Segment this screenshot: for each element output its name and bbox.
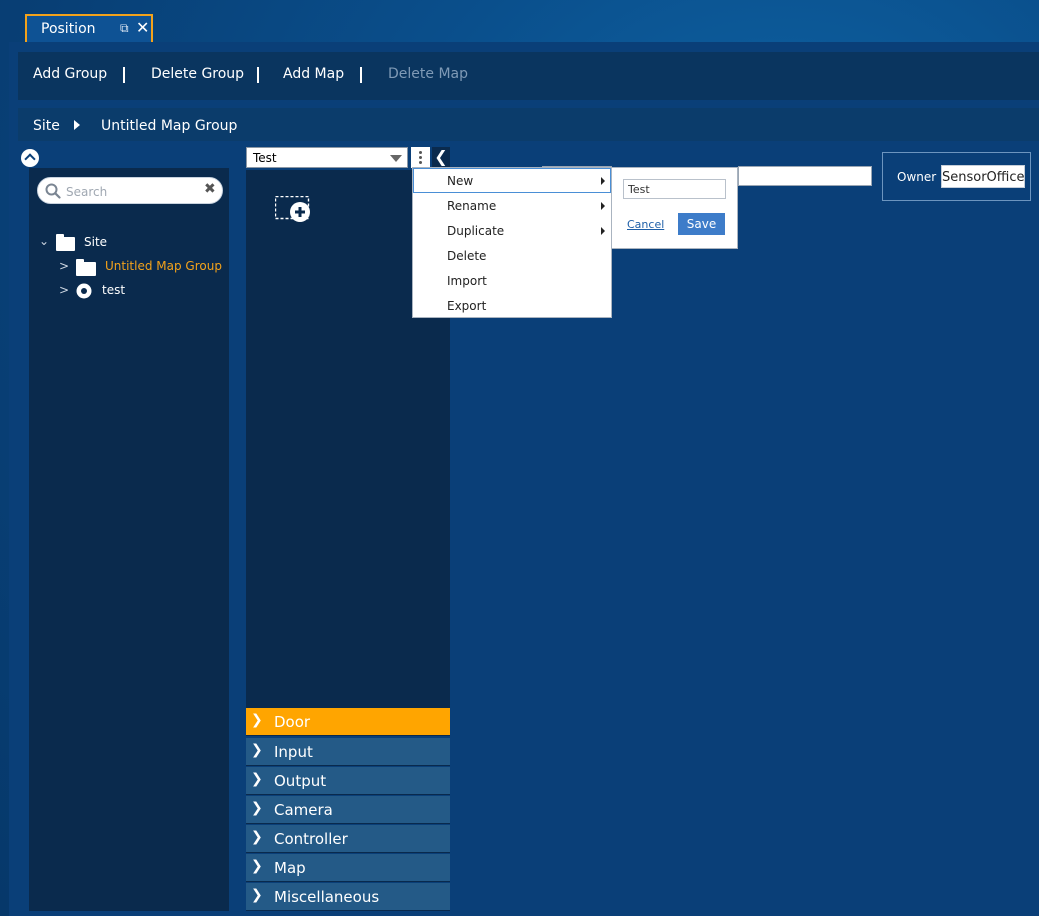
dot [419,161,422,164]
dot [419,151,422,154]
breadcrumb-separator-icon [74,120,80,130]
menu-item-label: Duplicate [447,224,505,238]
save-button[interactable]: Save [678,213,725,235]
accordion-door[interactable]: ❯ Door [246,708,450,736]
clear-search-icon[interactable]: ✖ [204,181,216,197]
folder-icon [56,234,75,251]
accordion-label: Door [274,713,311,731]
accordion-label: Output [274,772,327,790]
owner-label: Owner [897,170,937,184]
toolbar-divider [123,67,125,83]
menu-item-new[interactable]: New [413,168,611,193]
toolbar-divider [257,67,259,83]
add-map-icon[interactable] [275,196,311,224]
accordion-output[interactable]: ❯ Output [246,767,450,795]
more-options-button[interactable] [411,147,430,168]
accordion-miscellaneous[interactable]: ❯ Miscellaneous [246,883,450,911]
menu-item-import[interactable]: Import [413,268,611,293]
map-icon [76,283,92,299]
menu-item-export[interactable]: Export [413,293,611,318]
accordion-input[interactable]: ❯ Input [246,738,450,766]
breadcrumb: Site Untitled Map Group [18,108,1039,141]
dot [419,156,422,159]
map-name-field[interactable] [738,166,872,186]
add-map-button[interactable]: Add Map [283,66,344,82]
map-select-value: Test [253,151,277,165]
chevron-right-icon: ❯ [251,887,263,903]
menu-item-delete[interactable]: Delete [413,243,611,268]
accordion-label: Camera [274,801,333,819]
accordion-label: Input [274,743,313,761]
tree-item-site[interactable]: Site [84,235,107,249]
menu-item-label: Import [447,274,487,288]
cancel-link[interactable]: Cancel [627,218,664,231]
chevron-right-icon[interactable]: > [59,259,69,273]
submenu-arrow-icon [601,202,605,210]
search-input[interactable] [64,182,198,201]
tab-title: Position [41,21,96,37]
restore-icon[interactable]: ⧉ [120,21,129,36]
chevron-right-icon: ❯ [251,712,263,728]
submenu-arrow-icon [601,177,605,185]
chevron-down-icon [390,155,402,162]
position-tab[interactable]: Position ⧉ ✕ [25,14,153,42]
submenu-arrow-icon [601,227,605,235]
menu-item-label: Rename [447,199,497,213]
accordion-camera[interactable]: ❯ Camera [246,796,450,824]
accordion-map[interactable]: ❯ Map [246,854,450,882]
menu-item-duplicate[interactable]: Duplicate [413,218,611,243]
add-group-button[interactable]: Add Group [33,66,107,82]
collapse-up-icon[interactable] [21,149,39,167]
breadcrumb-site[interactable]: Site [33,118,60,134]
delete-group-button[interactable]: Delete Group [151,66,244,82]
context-menu: New Rename Duplicate Delete Import Expor… [412,167,612,318]
menu-item-rename[interactable]: Rename [413,193,611,218]
map-select[interactable]: Test [246,147,408,168]
delete-map-button[interactable]: Delete Map [388,66,468,82]
tree-item-test[interactable]: test [102,283,125,297]
chevron-right-icon[interactable]: > [59,283,69,297]
folder-icon [76,259,96,276]
owner-box: Owner SensorOffice [882,152,1031,201]
new-name-popup: Cancel Save [611,167,738,249]
menu-item-label: Delete [447,249,487,263]
chevron-down-icon[interactable]: ⌄ [39,234,49,248]
collapse-panel-button[interactable]: ❮ [432,147,450,168]
chevron-right-icon: ❯ [251,800,263,816]
toolbar-divider [360,67,362,83]
owner-value[interactable]: SensorOffice [941,165,1025,188]
new-name-input[interactable] [623,179,726,199]
search-box[interactable]: ✖ [37,177,223,204]
search-icon [45,183,61,199]
tree-panel [29,168,229,911]
tree-item-untitled-map-group[interactable]: Untitled Map Group [105,259,222,273]
chevron-right-icon: ❯ [251,829,263,845]
toolbar: Add Group Delete Group Add Map Delete Ma… [18,52,1039,100]
accordion-controller[interactable]: ❯ Controller [246,825,450,853]
chevron-right-icon: ❯ [251,742,263,758]
menu-item-label: New [447,174,474,188]
accordion-label: Map [274,859,306,877]
accordion-label: Controller [274,830,348,848]
chevron-right-icon: ❯ [251,858,263,874]
close-icon[interactable]: ✕ [136,18,149,37]
chevron-right-icon: ❯ [251,771,263,787]
menu-item-label: Export [447,299,487,313]
accordion-label: Miscellaneous [274,888,380,906]
breadcrumb-group[interactable]: Untitled Map Group [101,118,237,134]
